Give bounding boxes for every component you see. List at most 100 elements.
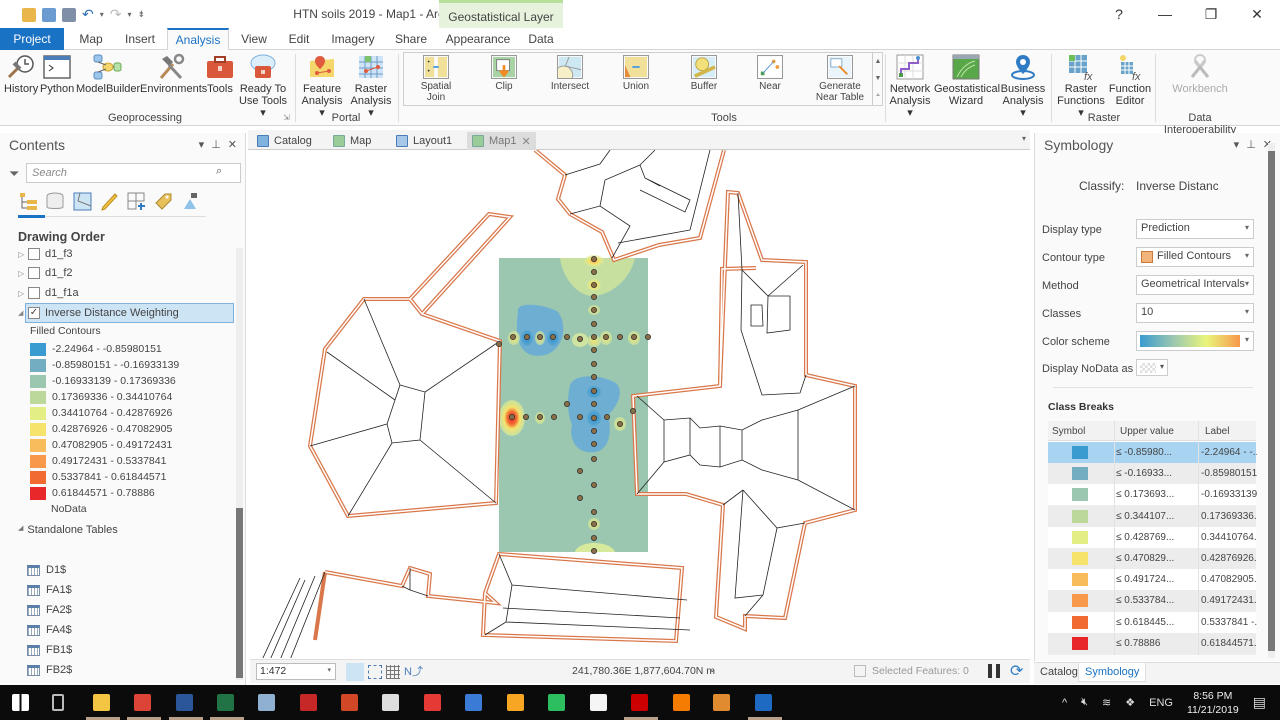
list-by-selection-icon[interactable] <box>72 191 93 212</box>
scrollbar-thumb[interactable] <box>1268 151 1275 651</box>
vlc-icon[interactable] <box>673 694 690 711</box>
coordinate-units-dropdown-icon[interactable]: ⌄ <box>708 664 716 675</box>
function-editor-button[interactable]: fx Function Editor <box>1108 53 1152 107</box>
windows-start-icon[interactable] <box>12 694 29 711</box>
bottom-tab-catalog[interactable]: Catalog <box>1036 666 1082 678</box>
tab-map[interactable]: Map <box>72 28 110 50</box>
sample-point[interactable] <box>591 320 598 327</box>
class-upper-value[interactable]: ≤ 0.78886 <box>1116 638 1198 649</box>
fixed-zoom-icon[interactable] <box>346 663 364 681</box>
class-label[interactable]: 0.34410764... <box>1201 532 1257 543</box>
sample-point[interactable] <box>591 535 598 542</box>
contents-search-input[interactable]: Search <box>26 163 241 183</box>
class-label[interactable]: 0.42876926... <box>1201 553 1257 564</box>
wifi-icon[interactable]: ≋ <box>1102 696 1111 709</box>
layer-d1-f2[interactable]: ▷ d1_f2 <box>18 264 73 282</box>
list-by-data-source-icon[interactable] <box>45 191 66 212</box>
acrobat-icon[interactable] <box>424 694 441 711</box>
close-button[interactable]: ✕ <box>1234 0 1280 28</box>
sample-point[interactable] <box>577 494 584 501</box>
python-button[interactable]: Python <box>40 53 74 95</box>
arcgis-pro-icon[interactable] <box>755 694 772 711</box>
pane-menu-icon[interactable]: ▾ <box>199 138 205 151</box>
legend-swatch[interactable] <box>30 390 46 404</box>
sample-point[interactable] <box>591 306 598 313</box>
app-9-icon[interactable] <box>300 694 317 711</box>
view-tab-map[interactable]: Map <box>328 132 376 150</box>
column-upper-value[interactable]: Upper value <box>1120 426 1174 437</box>
view-tab-catalog[interactable]: Catalog <box>252 132 317 150</box>
raster-functions-button[interactable]: fx Raster Functions ▾ <box>1056 53 1106 119</box>
legend-item[interactable]: -0.16933139 - 0.17369336 <box>30 373 176 389</box>
class-upper-value[interactable]: ≤ 0.428769... <box>1116 532 1198 543</box>
legend-item[interactable]: 0.34410764 - 0.42876926 <box>30 405 172 421</box>
sample-point[interactable] <box>591 255 598 262</box>
sample-point[interactable] <box>591 387 598 394</box>
sample-point[interactable] <box>591 268 598 275</box>
legend-swatch[interactable] <box>30 406 46 420</box>
legend-item[interactable]: -2.24964 - -0.85980151 <box>30 341 162 357</box>
standalone-table-item[interactable]: D1$ <box>27 561 66 579</box>
class-break-row[interactable]: ≤ 0.428769... 0.34410764... <box>1048 526 1257 549</box>
sample-point[interactable] <box>508 413 515 420</box>
legend-item[interactable]: 0.61844571 - 0.78886 <box>30 485 155 501</box>
class-label[interactable]: 0.61844571... <box>1201 638 1257 649</box>
sample-point[interactable] <box>631 333 638 340</box>
feature-analysis-button[interactable]: Feature Analysis ▾ <box>298 53 346 119</box>
business-analysis-button[interactable]: Business Analysis ▾ <box>1000 53 1046 119</box>
tools-button[interactable]: Tools <box>204 53 236 95</box>
class-symbol-swatch[interactable] <box>1072 636 1088 650</box>
sample-point[interactable] <box>591 521 598 528</box>
legend-item[interactable]: 0.47082905 - 0.49172431 <box>30 437 172 453</box>
class-upper-value[interactable]: ≤ -0.85980... <box>1116 447 1198 458</box>
scrollbar-thumb[interactable] <box>236 508 243 678</box>
class-label[interactable]: 0.47082905... <box>1201 574 1257 585</box>
legend-swatch[interactable] <box>30 454 46 468</box>
chrome-icon[interactable] <box>134 694 151 711</box>
collapse-icon[interactable]: ◢ <box>18 524 23 536</box>
gallery-expand-icon[interactable]: ⩡ <box>873 87 883 104</box>
restore-button[interactable]: ❐ <box>1188 0 1234 28</box>
class-symbol-swatch[interactable] <box>1072 488 1088 502</box>
display-type-dropdown[interactable]: Prediction ▾ <box>1136 219 1254 239</box>
intersect-button[interactable]: Intersect <box>544 55 596 92</box>
class-symbol-swatch[interactable] <box>1072 573 1088 587</box>
class-symbol-swatch[interactable] <box>1072 509 1088 523</box>
sample-point[interactable] <box>564 333 571 340</box>
scale-selector[interactable]: 1:472 ▾ <box>256 663 336 680</box>
tab-project[interactable]: Project <box>0 28 64 50</box>
pane-menu-icon[interactable]: ▾ <box>1234 138 1240 151</box>
tab-data[interactable]: Data <box>524 28 558 50</box>
contents-scrollbar[interactable] <box>236 248 243 680</box>
sample-point[interactable] <box>591 373 598 380</box>
bottom-tab-symbology[interactable]: Symbology <box>1078 663 1147 682</box>
view-tab-layout1[interactable]: Layout1 <box>391 132 457 150</box>
standalone-table-item[interactable]: FA1$ <box>27 581 72 599</box>
class-break-row[interactable]: ≤ 0.618445... 0.5337841 -... <box>1048 611 1257 634</box>
sample-point[interactable] <box>550 333 557 340</box>
sample-point[interactable] <box>591 481 598 488</box>
sample-point[interactable] <box>591 548 598 555</box>
tab-analysis[interactable]: Analysis <box>167 28 229 51</box>
column-label[interactable]: Label <box>1205 426 1229 437</box>
class-symbol-swatch[interactable] <box>1072 552 1088 565</box>
class-upper-value[interactable]: ≤ 0.344107... <box>1116 511 1198 522</box>
show-hidden-icons[interactable]: ^ <box>1062 697 1067 709</box>
list-by-labeling-icon[interactable] <box>153 191 174 212</box>
scale-dropdown-icon[interactable]: ▾ <box>327 666 331 674</box>
file-explorer-icon[interactable] <box>93 694 110 711</box>
class-upper-value[interactable]: ≤ 0.533784... <box>1116 595 1198 606</box>
class-break-row[interactable]: ≤ 0.533784... 0.49172431... <box>1048 590 1257 613</box>
raster-analysis-button[interactable]: Raster Analysis ▾ <box>348 53 394 119</box>
layer-visibility-checkbox[interactable] <box>28 267 40 279</box>
sample-point[interactable] <box>617 333 624 340</box>
gallery-scroll[interactable]: ▲ ▼ ⩡ <box>872 53 883 105</box>
powerpoint-icon[interactable] <box>341 694 358 711</box>
sample-point[interactable] <box>630 407 637 414</box>
view-tab-map1[interactable]: Map1 ✕ <box>467 132 536 150</box>
list-by-editing-icon[interactable] <box>99 191 120 212</box>
spatial-join-button[interactable]: Spatial Join <box>410 55 462 103</box>
sample-point[interactable] <box>591 281 598 288</box>
app-flower-icon[interactable] <box>507 694 524 711</box>
class-break-row[interactable]: ≤ -0.85980... -2.24964 - -... <box>1048 442 1257 464</box>
